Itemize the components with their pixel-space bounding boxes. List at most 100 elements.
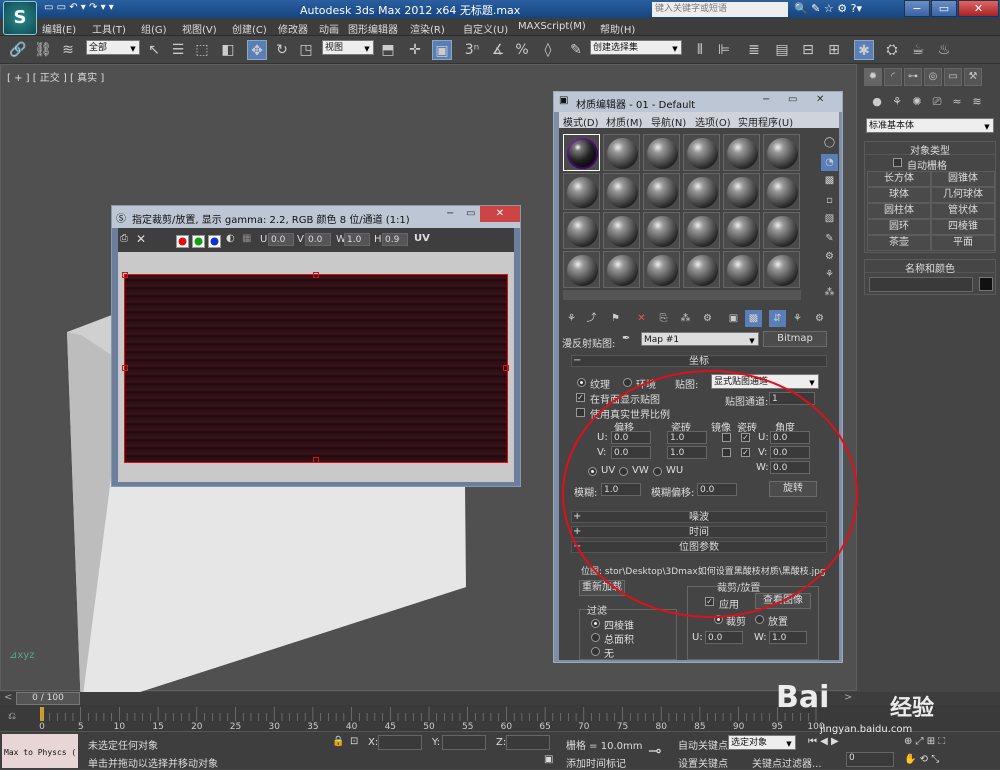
layer-manager-icon[interactable]: ≣ (744, 40, 764, 60)
show-end-result-icon[interactable]: ⇵ (769, 310, 786, 327)
lock-icon[interactable]: 🔒 (332, 736, 344, 747)
help-icons[interactable]: 🔍 ✎ ☆ ⚙ ?▾ (794, 2, 862, 15)
x-coord-field[interactable] (378, 735, 422, 750)
link-icon[interactable]: 🔗 (8, 40, 28, 60)
menu-maxscript[interactable]: MAXScript(M) (518, 21, 586, 32)
menu-modifiers[interactable]: 修改器 (278, 21, 308, 36)
snap-3-icon[interactable]: 3ⁿ (462, 40, 482, 60)
menu-edit[interactable]: 编辑(E) (42, 21, 76, 36)
schematic-view-icon[interactable]: ⊞ (824, 40, 844, 60)
map-name-field[interactable]: Map #1 ▼ (641, 332, 759, 346)
crop-minimize-button[interactable]: − (446, 208, 454, 219)
material-sample-slot[interactable] (563, 251, 600, 288)
select-object-icon[interactable]: ↖ (144, 40, 164, 60)
make-preview-icon[interactable]: ✎ (821, 230, 838, 247)
object-name-field[interactable] (869, 277, 973, 292)
teapot-button[interactable]: 茶壶 (867, 235, 931, 251)
material-sample-slot[interactable] (643, 173, 680, 210)
rendered-frame-icon[interactable]: ☕ (908, 40, 928, 60)
material-sample-slot[interactable] (603, 251, 640, 288)
clear-icon[interactable]: ✕ (136, 232, 146, 246)
space-warps-icon[interactable]: ≋ (966, 95, 988, 113)
nav-controls-icon[interactable]: ⊕ ⤢ ⊞ ⛶ (904, 736, 945, 747)
mat-menu-mode[interactable]: 模式(D) (563, 114, 599, 129)
select-by-name-icon[interactable]: ☰ (168, 40, 188, 60)
angle-snap-icon[interactable]: ∡ (488, 40, 508, 60)
material-sample-slot[interactable] (683, 134, 720, 171)
render-setup-icon[interactable]: ⛭ (882, 40, 902, 60)
options-icon[interactable]: ⚙ (821, 248, 838, 265)
lights-icon[interactable]: ✺ (906, 95, 928, 113)
select-move-icon[interactable]: ✥ (247, 40, 267, 60)
wood-texture-preview[interactable] (122, 272, 509, 463)
map-type-button[interactable]: Bitmap (763, 331, 827, 347)
render-production-icon[interactable]: ♨ (934, 40, 954, 60)
crop-handle[interactable] (503, 365, 509, 371)
crop-u-spinner[interactable]: 0.0 (705, 631, 743, 644)
cone-button[interactable]: 圆锥体 (931, 171, 995, 187)
filter-sat-radio[interactable] (591, 633, 600, 642)
close-button[interactable]: ✕ (958, 0, 999, 17)
playback-controls-icon[interactable]: ⏮ ◀ ▶ (808, 736, 839, 747)
select-scale-icon[interactable]: ◳ (296, 40, 316, 60)
texture-radio[interactable] (577, 378, 586, 387)
named-selection-dropdown[interactable]: 创建选择集 ▼ (590, 40, 682, 55)
background-icon[interactable]: ▩ (821, 172, 838, 189)
current-frame-field[interactable]: 0 (846, 752, 894, 767)
app-logo-icon[interactable]: S (3, 1, 37, 35)
blue-channel-toggle[interactable] (208, 235, 221, 248)
key-filters-button[interactable]: 关键点过滤器... (752, 755, 822, 770)
menu-views[interactable]: 视图(V) (182, 21, 217, 36)
percent-snap-icon[interactable]: % (512, 40, 532, 60)
modify-tab-icon[interactable]: ◜ (884, 68, 902, 86)
mat-menu-utilities[interactable]: 实用程序(U) (738, 114, 793, 129)
restore-button[interactable]: ▭ (931, 0, 957, 17)
material-sample-slot[interactable] (683, 251, 720, 288)
z-coord-field[interactable] (506, 735, 550, 750)
torus-button[interactable]: 圆环 (867, 219, 931, 235)
make-copy-icon[interactable]: ⎘ (655, 310, 672, 327)
go-to-parent-icon[interactable]: ⚘ (789, 310, 806, 327)
material-sample-slot[interactable] (643, 212, 680, 249)
material-sample-slot[interactable] (763, 251, 800, 288)
maxscript-listener[interactable]: Max to Physcs ( (2, 734, 78, 768)
go-forward-sibling-icon[interactable]: ⚙ (811, 310, 828, 327)
crop-close-button[interactable]: ✕ (480, 206, 520, 222)
unlink-icon[interactable]: ⛓ (33, 40, 53, 60)
mat-minimize-button[interactable]: − (762, 94, 770, 105)
collapse-icon[interactable]: − (573, 355, 581, 366)
material-sample-slot[interactable] (763, 212, 800, 249)
geosphere-button[interactable]: 几何球体 (931, 187, 995, 203)
eyedropper-icon[interactable]: ✒ (622, 333, 630, 344)
next-frame-icon[interactable]: > (844, 692, 852, 703)
mat-menu-material[interactable]: 材质(M) (606, 114, 642, 129)
material-sample-slot[interactable] (563, 134, 600, 171)
menu-help[interactable]: 帮助(H) (600, 21, 635, 36)
add-time-tag[interactable]: 添加时间标记 (566, 755, 626, 770)
crop-h-field[interactable]: 0.9 (382, 233, 408, 246)
object-color-swatch[interactable] (979, 277, 993, 291)
material-sample-slot[interactable] (763, 134, 800, 171)
menu-group[interactable]: 组(G) (141, 21, 167, 36)
display-tab-icon[interactable]: ▭ (944, 68, 962, 86)
crop-handle[interactable] (313, 457, 319, 463)
quick-access-icons[interactable]: ▭ ▭ ↶ ▾ ↷ ▾ ▾ (44, 2, 114, 13)
curve-editor-icon[interactable]: ⊟ (798, 40, 818, 60)
time-tag-icon[interactable]: ▣ (544, 754, 553, 765)
crop-w-field[interactable]: 1.0 (344, 233, 370, 246)
key-set-dropdown[interactable]: 选定对象 ▼ (728, 735, 796, 750)
menu-tools[interactable]: 工具(T) (92, 21, 126, 36)
edit-named-selection-icon[interactable]: ✎ (566, 40, 586, 60)
material-map-navigator-icon[interactable]: ⁂ (821, 284, 838, 301)
spinner-snap-icon[interactable]: ◊ (538, 40, 558, 60)
rect-selection-icon[interactable]: ⬚ (192, 40, 212, 60)
real-world-scale-checkbox[interactable] (576, 408, 585, 417)
get-material-icon[interactable]: ⚘ (563, 310, 580, 327)
crop-u-field[interactable]: 0.0 (268, 233, 294, 246)
reset-map-icon[interactable]: ✕ (633, 310, 650, 327)
material-sample-slot[interactable] (563, 173, 600, 210)
menu-customize[interactable]: 自定义(U) (463, 21, 508, 36)
crop-handle[interactable] (122, 365, 128, 371)
select-manipulate-icon[interactable]: ✛ (405, 40, 425, 60)
geometry-icon[interactable]: ● (866, 95, 888, 113)
